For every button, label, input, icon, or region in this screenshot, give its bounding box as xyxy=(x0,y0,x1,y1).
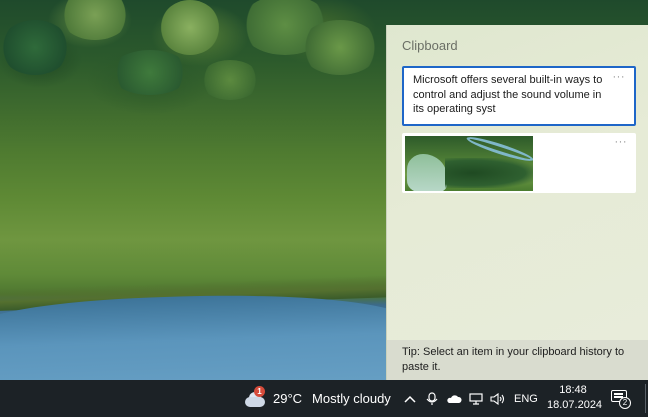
clipboard-item-text[interactable]: Microsoft offers several built-in ways t… xyxy=(402,66,636,126)
input-language[interactable]: ENG xyxy=(514,393,538,405)
clipboard-tip: Tip: Select an item in your clipboard hi… xyxy=(387,340,648,380)
network-icon[interactable] xyxy=(466,389,486,409)
weather-badge: 1 xyxy=(254,385,265,397)
taskbar: 1 29°C Mostly cloudy ENG 18:48 18.07.202… xyxy=(0,380,648,417)
onedrive-cloud-icon[interactable] xyxy=(444,389,464,409)
image-thumbnail xyxy=(405,136,533,191)
clock-date: 18.07.2024 xyxy=(547,399,603,411)
clipboard-title: Clipboard xyxy=(402,38,458,53)
weather-widget[interactable]: 1 29°C Mostly cloudy xyxy=(243,380,391,417)
cloud-icon: 1 xyxy=(243,385,267,409)
notification-count: 2 xyxy=(619,397,631,409)
clock[interactable]: 18:48 18.07.2024 xyxy=(547,383,603,413)
clipboard-panel: Clipboard Microsoft offers several built… xyxy=(386,25,648,380)
more-options-icon[interactable]: ··· xyxy=(615,136,628,148)
more-options-icon[interactable]: ··· xyxy=(613,71,626,83)
clock-time: 18:48 xyxy=(559,384,587,396)
notification-center-icon[interactable]: 2 xyxy=(609,388,631,410)
weather-temperature: 29°C xyxy=(273,391,303,406)
weather-condition: Mostly cloudy xyxy=(312,391,391,406)
meet-now-icon[interactable] xyxy=(422,389,442,409)
volume-icon[interactable] xyxy=(488,389,508,409)
clipboard-item-text-content: Microsoft offers several built-in ways t… xyxy=(413,74,603,115)
clipboard-item-image[interactable]: ··· xyxy=(402,133,636,193)
system-tray: ENG xyxy=(400,380,552,417)
chevron-up-icon[interactable] xyxy=(400,389,420,409)
show-desktop-button[interactable] xyxy=(645,384,646,413)
